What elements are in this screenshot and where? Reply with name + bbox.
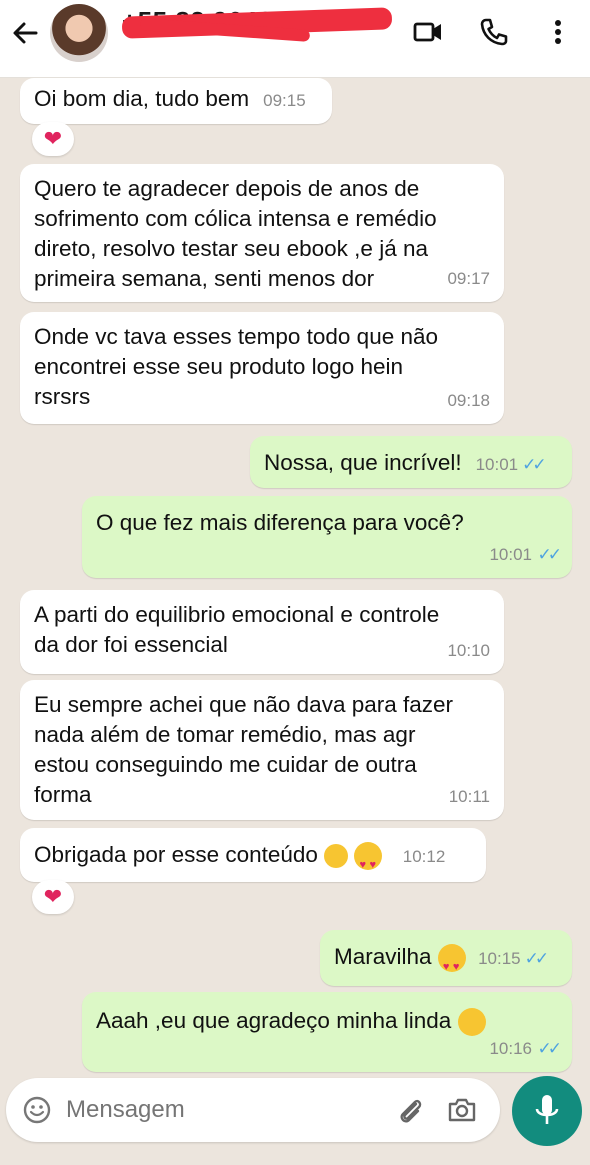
message-bubble-outgoing[interactable]: Maravilha ♥ ♥ 10:15 ✓✓ xyxy=(320,930,572,986)
message-line: A parti do equilibrio emocional e contro… xyxy=(34,602,440,627)
heart-eyes-icon: ♥ ♥ xyxy=(354,842,383,871)
message-time: 10:12 xyxy=(402,847,446,866)
message-text: Maravilha xyxy=(334,944,432,969)
mic-icon xyxy=(535,1095,559,1124)
message-time: 09:15 xyxy=(263,91,306,110)
message-bubble-incoming[interactable]: Quero te agradecer depois de anos de sof… xyxy=(20,164,504,302)
message-time: 10:15 xyxy=(478,949,521,968)
message-text: Oi bom dia, tudo bem xyxy=(34,86,250,111)
heart-reaction-icon[interactable]: ❤ xyxy=(32,880,74,914)
attach-icon[interactable] xyxy=(394,1094,426,1126)
message-bubble-incoming[interactable]: Eu sempre achei que não dava para fazer … xyxy=(20,680,504,820)
message-time: 09:18 xyxy=(447,391,490,410)
video-call-icon[interactable] xyxy=(412,16,444,48)
message-text: Obrigada por esse conteúdo xyxy=(34,842,318,867)
more-vert-icon[interactable] xyxy=(542,16,574,48)
message-bubble-incoming[interactable]: Onde vc tava esses tempo todo que não en… xyxy=(20,312,504,424)
voice-record-button[interactable] xyxy=(512,1076,582,1146)
message-time: 10:01 xyxy=(475,455,519,474)
message-line: primeira semana, senti menos dor xyxy=(34,266,375,291)
message-line: Onde vc tava esses tempo todo que não xyxy=(34,324,439,349)
message-bubble-outgoing[interactable]: Aaah ,eu que agradeço minha linda 10:16 … xyxy=(82,992,572,1072)
message-line: estou conseguindo me cuidar de outra xyxy=(34,752,417,777)
read-ticks-icon: ✓✓ xyxy=(537,545,562,564)
message-line: Eu sempre achei que não dava para fazer xyxy=(34,692,454,717)
message-text: O que fez mais diferença para você? xyxy=(96,510,464,535)
message-bubble-outgoing[interactable]: O que fez mais diferença para você? 10:0… xyxy=(82,496,572,578)
message-time: 09:17 xyxy=(447,269,490,288)
chat-area[interactable]: Oi bom dia, tudo bem 09:15 ❤ Quero te agr… xyxy=(0,78,590,1078)
message-text: Nossa, que incrível! xyxy=(264,450,462,475)
pleading-face-icon xyxy=(324,844,349,869)
message-line: Quero te agradecer depois de anos de xyxy=(34,176,420,201)
message-line: da dor foi essencial xyxy=(34,632,228,657)
message-line: rsrsrs xyxy=(34,384,91,409)
message-line: direto, resolvo testar seu ebook ,e já n… xyxy=(34,236,428,261)
message-line: sofrimento com cólica intensa e remédio xyxy=(34,206,437,231)
emoji-icon[interactable] xyxy=(22,1095,52,1125)
read-ticks-icon: ✓✓ xyxy=(522,455,546,474)
camera-icon[interactable] xyxy=(446,1094,478,1126)
winking-face-icon xyxy=(457,1008,486,1037)
back-arrow-icon[interactable] xyxy=(10,18,40,48)
read-ticks-icon: ✓✓ xyxy=(537,1039,562,1058)
message-bubble-outgoing[interactable]: Nossa, que incrível! 10:01 ✓✓ xyxy=(250,436,572,488)
message-bubble-incoming[interactable]: Obrigada por esse conteúdo ♥ ♥ 10:12 xyxy=(20,828,486,882)
message-input[interactable] xyxy=(66,1096,366,1124)
message-line: forma xyxy=(34,782,92,807)
message-input-bar[interactable] xyxy=(6,1078,500,1142)
avatar[interactable] xyxy=(50,4,108,62)
message-time: 10:16 xyxy=(489,1039,532,1058)
message-time: 10:10 xyxy=(447,641,490,660)
heart-reaction-icon[interactable]: ❤ xyxy=(32,122,74,156)
heart-eyes-icon: ♥ ♥ xyxy=(437,944,466,973)
message-bubble-incoming[interactable]: Oi bom dia, tudo bem 09:15 xyxy=(20,78,332,124)
message-bubble-incoming[interactable]: A parti do equilibrio emocional e contro… xyxy=(20,590,504,674)
message-time: 10:11 xyxy=(448,787,490,806)
message-time: 10:01 xyxy=(489,545,532,564)
message-line: encontrei esse seu produto logo hein xyxy=(34,354,404,379)
chat-header: +55 82 9640 7084 xyxy=(0,0,590,78)
message-line: nada além de tomar remédio, mas agr xyxy=(34,722,416,747)
message-text: Aaah ,eu que agradeço minha linda xyxy=(96,1008,452,1033)
read-ticks-icon: ✓✓ xyxy=(524,949,549,968)
phone-icon[interactable] xyxy=(478,16,510,48)
